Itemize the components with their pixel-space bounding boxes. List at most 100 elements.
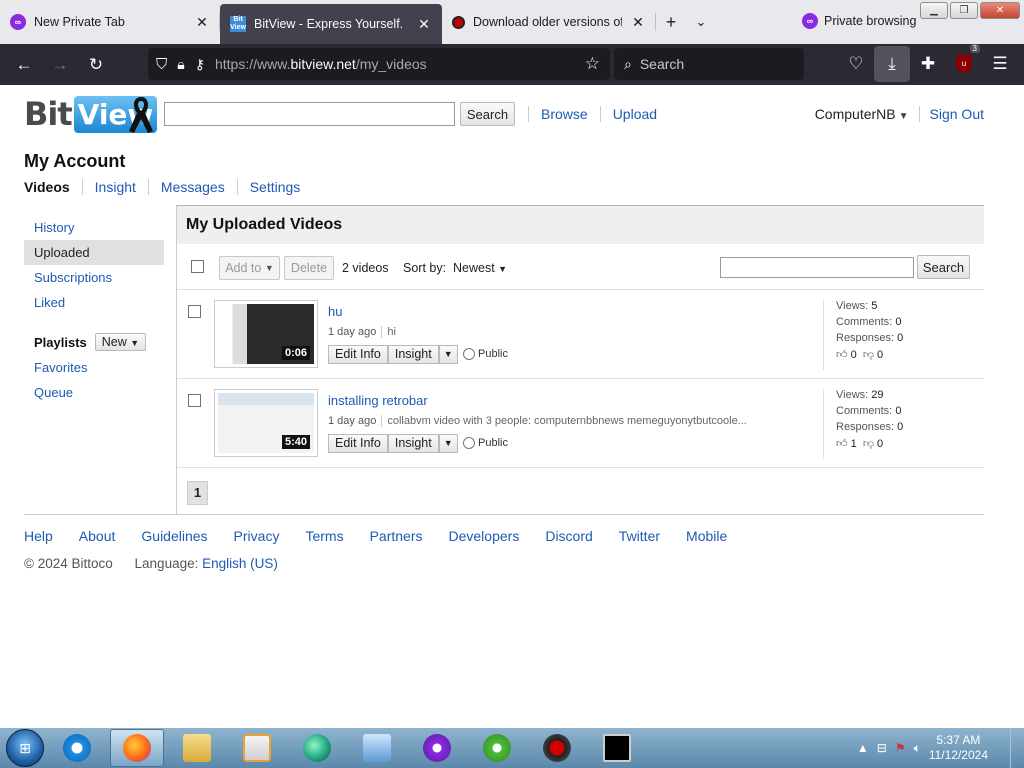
sign-out-link[interactable]: Sign Out: [918, 106, 984, 122]
page-scrollbar[interactable]: [1012, 85, 1024, 728]
system-clock[interactable]: 5:37 AM 11/12/2024: [929, 733, 988, 763]
footer-link-mobile[interactable]: Mobile: [686, 528, 727, 544]
downloads-icon[interactable]: ⤓: [874, 46, 910, 82]
lock-icon[interactable]: 🔒︎: [177, 56, 184, 73]
video-count: 2 videos: [342, 261, 389, 275]
upload-link[interactable]: Upload: [599, 106, 669, 122]
video-checkbox[interactable]: [188, 394, 201, 407]
videos-search-input[interactable]: [720, 257, 914, 278]
tab-messages[interactable]: Messages: [147, 179, 237, 195]
browse-link[interactable]: Browse: [528, 106, 600, 122]
close-tab-icon[interactable]: ✕: [416, 16, 432, 33]
pocket-icon[interactable]: ♡: [838, 46, 874, 82]
show-desktop-button[interactable]: [1010, 728, 1024, 768]
footer-link-partners[interactable]: Partners: [370, 528, 423, 544]
insight-button[interactable]: Insight: [387, 345, 439, 364]
edit-info-button[interactable]: Edit Info: [328, 345, 388, 364]
sidebar-item-queue[interactable]: Queue: [24, 380, 164, 405]
site-search-button[interactable]: Search: [460, 102, 515, 126]
video-actions: Edit Info Insight ▼: [328, 345, 458, 364]
firefox-icon[interactable]: [110, 729, 164, 767]
address-bar[interactable]: ⛉ 🔒︎ ⚷ https://www.bitview.net/my_videos…: [148, 48, 610, 80]
panel-heading: My Uploaded Videos: [177, 206, 984, 244]
minimize-button[interactable]: ▁: [920, 2, 948, 19]
video-thumbnail[interactable]: 5:40: [214, 389, 318, 457]
video-title[interactable]: installing retrobar: [328, 393, 428, 408]
sidebar-item-favorites[interactable]: Favorites: [24, 355, 164, 380]
extensions-puzzle-icon[interactable]: ✚: [910, 46, 946, 82]
tab-settings[interactable]: Settings: [236, 179, 313, 195]
footer-link-developers[interactable]: Developers: [449, 528, 520, 544]
url-text[interactable]: https://www.bitview.net/my_videos: [215, 56, 427, 72]
hamburger-menu-icon[interactable]: ☰: [982, 46, 1018, 82]
footer: Help About Guidelines Privacy Terms Part…: [24, 514, 984, 571]
restore-button[interactable]: ❐: [950, 2, 978, 19]
start-button-icon[interactable]: ⊞: [6, 729, 44, 767]
delete-button[interactable]: Delete: [284, 256, 334, 280]
command-prompt-icon[interactable]: [590, 729, 644, 767]
footer-link-guidelines[interactable]: Guidelines: [141, 528, 207, 544]
shield-icon[interactable]: ⛉: [156, 56, 167, 73]
footer-link-privacy[interactable]: Privacy: [234, 528, 280, 544]
select-all-checkbox[interactable]: [191, 260, 204, 273]
video-thumbnail[interactable]: 0:06: [214, 300, 318, 368]
recorder-icon[interactable]: [530, 729, 584, 767]
sort-dropdown[interactable]: Newest ▼: [453, 261, 507, 275]
video-checkbox[interactable]: [188, 305, 201, 318]
footer-link-help[interactable]: Help: [24, 528, 53, 544]
forward-arrow-icon[interactable]: →: [42, 47, 78, 83]
username-dropdown[interactable]: ComputerNB ▼: [815, 106, 919, 122]
sidebar-item-history[interactable]: History: [24, 215, 164, 240]
tab-download-older[interactable]: Download older versions of Bar ✕: [442, 4, 656, 40]
media-player-icon[interactable]: [230, 729, 284, 767]
sidebar-item-subscriptions[interactable]: Subscriptions: [24, 265, 164, 290]
video-age: 1 day ago: [328, 415, 377, 427]
list-all-tabs-chevron-icon[interactable]: ⌄: [686, 7, 716, 37]
back-arrow-icon[interactable]: ←: [6, 47, 42, 83]
more-actions-caret-icon[interactable]: ▼: [438, 345, 458, 364]
file-explorer-icon[interactable]: [170, 729, 224, 767]
close-tab-icon[interactable]: ✕: [630, 14, 646, 31]
edit-info-button[interactable]: Edit Info: [328, 434, 388, 453]
close-tab-icon[interactable]: ✕: [194, 14, 210, 31]
close-window-button[interactable]: ✕: [980, 2, 1020, 19]
retrobar-icon[interactable]: [290, 729, 344, 767]
sidebar-item-liked[interactable]: Liked: [24, 290, 164, 315]
utorrent-icon[interactable]: [470, 729, 524, 767]
tab-bitview[interactable]: Bit View BitView - Express Yourself. ✕: [220, 4, 442, 44]
show-hidden-icons-icon[interactable]: ▲: [857, 741, 869, 755]
ublock-origin-icon[interactable]: u 3: [946, 44, 982, 82]
browser-search-box[interactable]: ⌕ Search: [614, 48, 804, 80]
rating-stat: 👍︎ 1 👎︎ 0: [836, 438, 884, 450]
new-tab-plus-icon[interactable]: +: [656, 7, 686, 37]
tab-videos[interactable]: Videos: [24, 179, 82, 195]
site-search-input[interactable]: [164, 102, 455, 126]
tab-insight[interactable]: Insight: [81, 179, 148, 195]
more-actions-caret-icon[interactable]: ▼: [438, 434, 458, 453]
sidebar-item-uploaded[interactable]: Uploaded: [24, 240, 164, 265]
add-to-button[interactable]: Add to ▼: [219, 256, 280, 280]
tab-new-private[interactable]: ∞ New Private Tab ✕: [0, 4, 220, 40]
footer-link-about[interactable]: About: [79, 528, 116, 544]
permissions-key-icon[interactable]: ⚷: [195, 56, 205, 73]
action-center-flag-icon[interactable]: ⚑: [895, 741, 906, 755]
language-selector[interactable]: English (US): [202, 556, 278, 571]
private-browser-icon[interactable]: [410, 729, 464, 767]
videos-search-button[interactable]: Search: [917, 255, 970, 279]
reload-icon[interactable]: ↻: [78, 47, 114, 83]
insight-button[interactable]: Insight: [387, 434, 439, 453]
internet-explorer-icon[interactable]: [50, 729, 104, 767]
footer-link-terms[interactable]: Terms: [305, 528, 343, 544]
pagination-page[interactable]: 1: [187, 481, 208, 505]
footer-links: Help About Guidelines Privacy Terms Part…: [24, 528, 984, 544]
network-icon[interactable]: ⊟: [877, 741, 887, 755]
page-title: My Account: [24, 151, 126, 171]
volume-muted-icon[interactable]: 🔈︎: [914, 741, 921, 756]
footer-link-discord[interactable]: Discord: [545, 528, 592, 544]
control-panel-icon[interactable]: [350, 729, 404, 767]
footer-link-twitter[interactable]: Twitter: [619, 528, 660, 544]
tab-label: Download older versions of Bar: [473, 15, 622, 29]
video-title[interactable]: hu: [328, 304, 342, 319]
bookmark-star-icon[interactable]: ☆: [585, 54, 600, 74]
new-playlist-button[interactable]: New ▼: [94, 333, 147, 351]
